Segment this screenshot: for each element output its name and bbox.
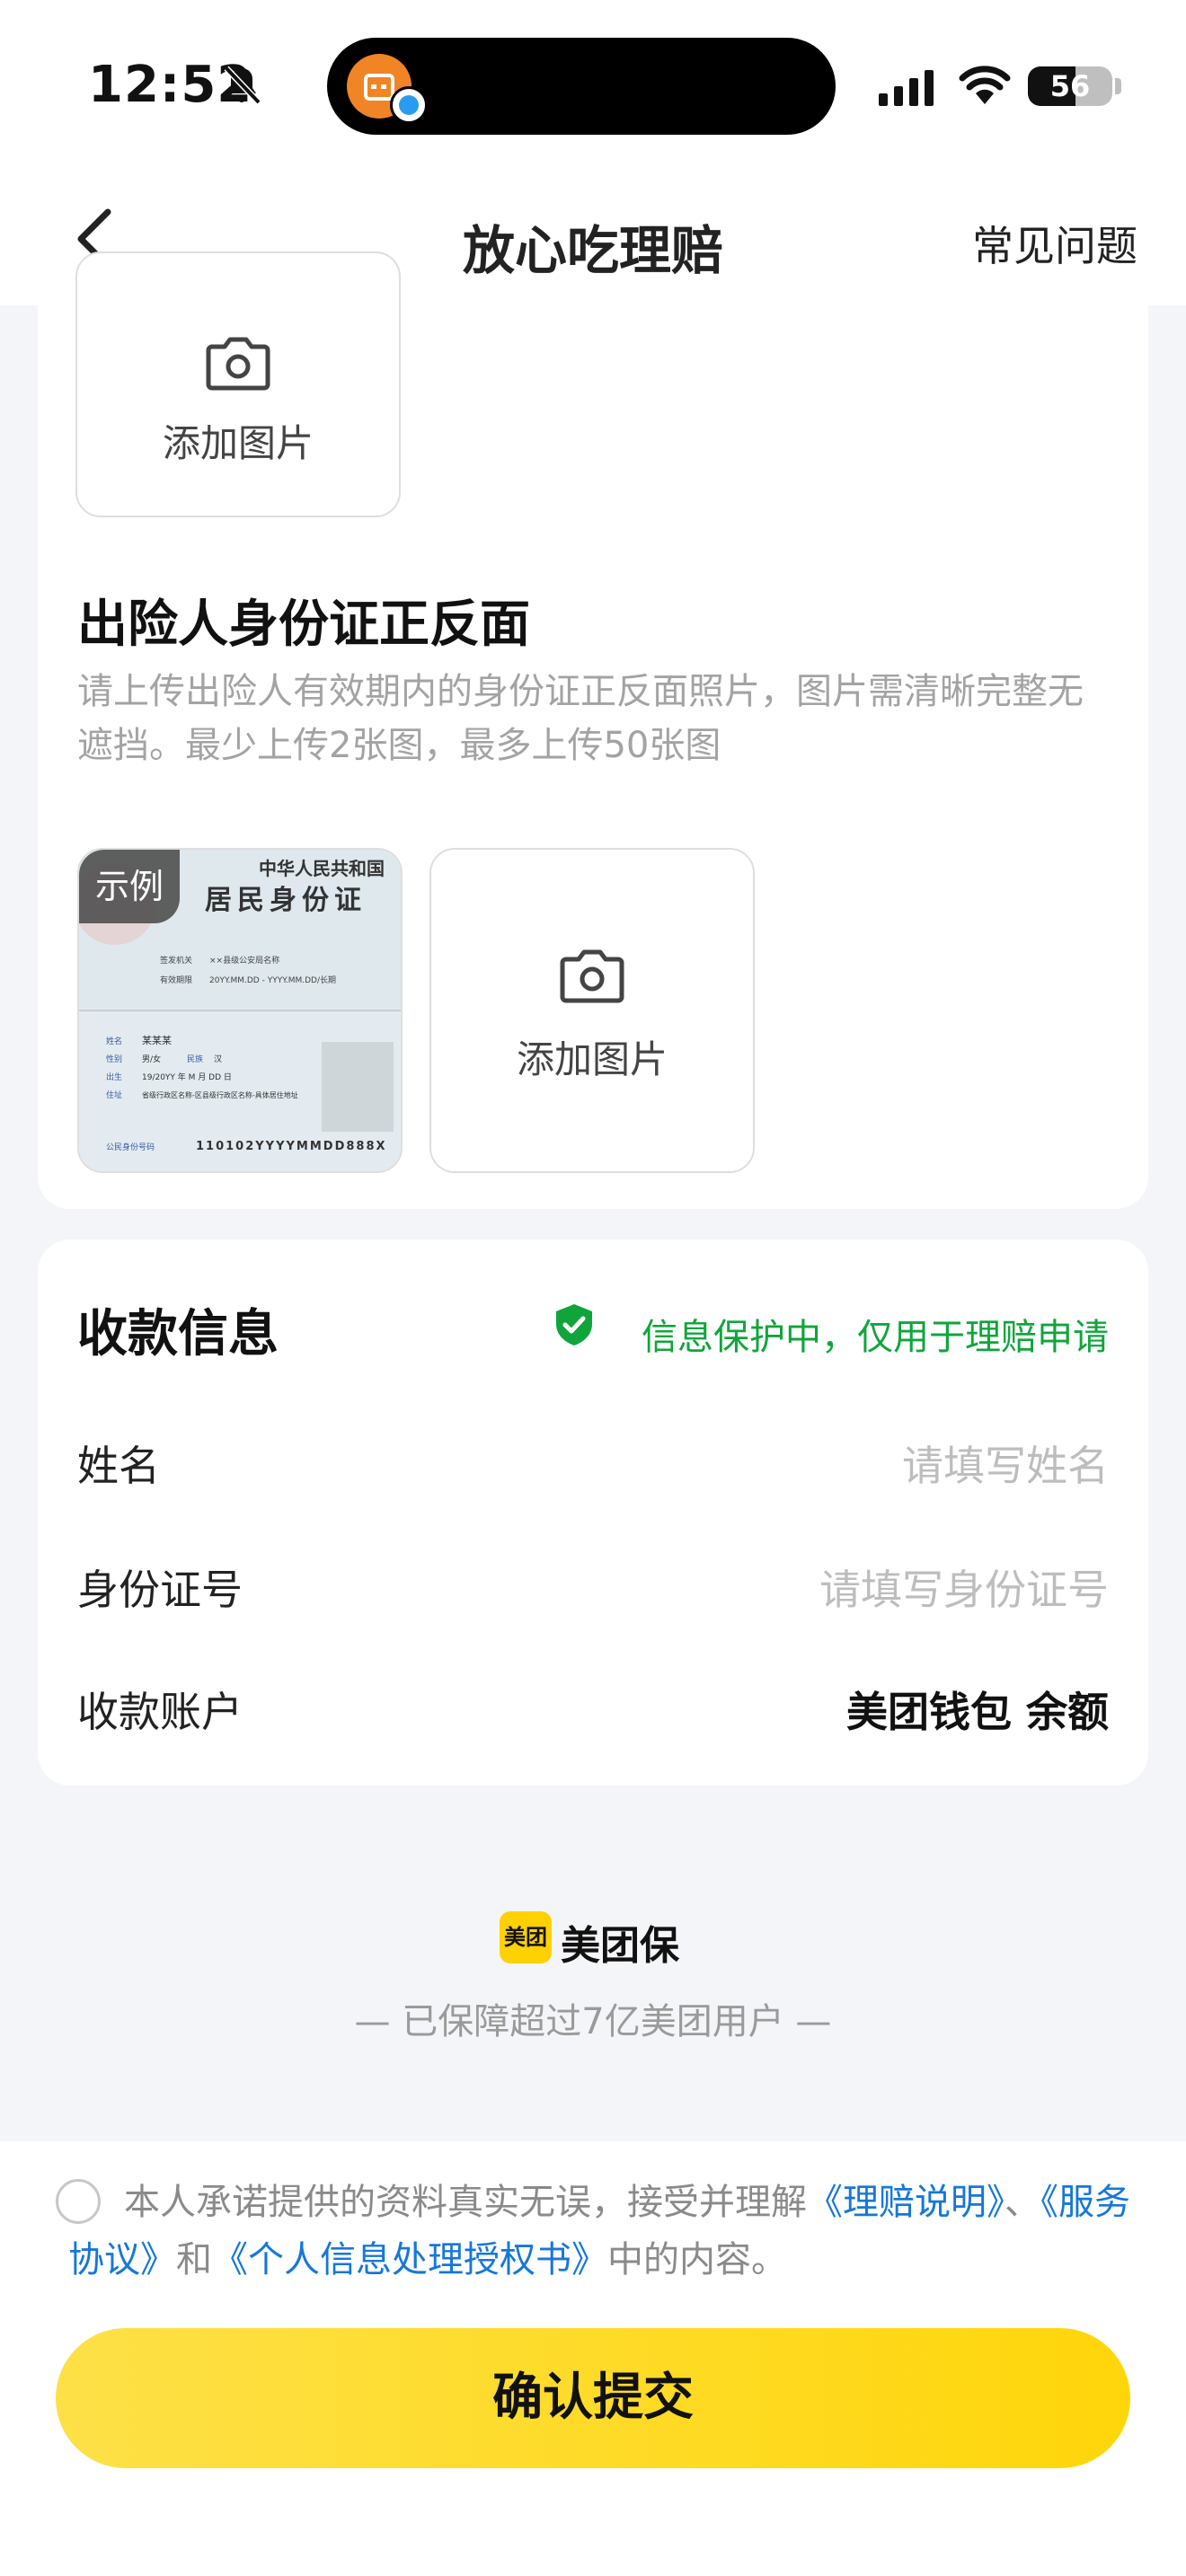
example-address-label: 住址	[106, 1090, 122, 1100]
payment-info-card: 收款信息 信息保护中，仅用于理赔申请 姓名 请填写姓名 身份证号 请填写身份证号…	[38, 1239, 1148, 1786]
example-gender-value: 男/女	[142, 1054, 161, 1064]
id-card-section-title: 出险人身份证正反面	[77, 595, 530, 654]
brand-logo: 美团	[500, 1911, 552, 1963]
account-selector[interactable]: 美团钱包 余额	[846, 1680, 1109, 1739]
example-birth-label: 出生	[106, 1072, 122, 1082]
id-number-label: 身份证号	[77, 1566, 243, 1614]
brand-name: 美团保	[561, 1923, 679, 1969]
example-ethnicity-label: 民族	[187, 1054, 203, 1064]
agree-prefix: 本人承诺提供的资料真实无误，接受并理解	[124, 2182, 807, 2223]
agreement-text: 本人承诺提供的资料真实无误，接受并理解《理赔说明》、《服务协议》和《个人信息处理…	[68, 2174, 1137, 2289]
example-authority-label: 签发机关	[160, 955, 192, 966]
bell-slash-icon	[224, 66, 261, 105]
brand-block: 美团 美团保	[0, 1911, 1186, 1969]
id-card-section-description: 请上传出险人有效期内的身份证正反面照片，图片需清晰完整无遮挡。最少上传2张图，最…	[77, 671, 1084, 766]
battery-icon: 56	[1028, 66, 1112, 106]
example-front-line2: 居民身份证	[205, 886, 367, 915]
example-ethnicity-value: 汉	[214, 1054, 222, 1064]
activity-badge-icon	[390, 86, 428, 124]
faq-link[interactable]: 常见问题	[972, 214, 1137, 273]
example-front-line1: 中华人民共和国	[259, 858, 385, 879]
agree-sep: 、	[1005, 2182, 1040, 2223]
status-bar: 12:52 56	[0, 0, 1186, 171]
add-image-tile[interactable]: 添加图片	[75, 251, 401, 517]
payment-section-title: 收款信息	[77, 1305, 279, 1363]
add-id-image-tile[interactable]: 添加图片	[429, 848, 755, 1173]
footer: 本人承诺提供的资料真实无误，接受并理解《理赔说明》、《服务协议》和《个人信息处理…	[0, 2141, 1186, 2576]
example-tag: 示例	[79, 850, 180, 923]
account-label: 收款账户	[77, 1688, 243, 1736]
battery-level: 56	[1049, 69, 1091, 103]
example-gender-label: 性别	[106, 1054, 122, 1064]
submit-button[interactable]: 确认提交	[56, 2328, 1130, 2468]
example-authority-value: ××县级公安局名称	[209, 955, 279, 966]
example-valid-label: 有效期限	[160, 975, 192, 985]
agree-and: 和	[176, 2239, 212, 2280]
signal-icon	[879, 70, 934, 106]
claim-terms-link[interactable]: 《理赔说明》	[807, 2182, 1005, 2223]
add-image-label: 添加图片	[516, 1037, 668, 1081]
wifi-icon	[959, 66, 1011, 104]
example-valid-value: 20YY.MM.DD - YYYY.MM.DD/长期	[209, 975, 336, 985]
privacy-protect-notice: 信息保护中，仅用于理赔申请	[642, 1317, 1109, 1358]
upload-card: 添加图片 出险人身份证正反面 请上传出险人有效期内的身份证正反面照片，图片需清晰…	[38, 251, 1148, 1209]
example-address-value: 省级行政区名称-区县级行政区名称-具体居住地址	[142, 1090, 298, 1099]
example-name-value: 某某某	[142, 1035, 172, 1046]
camera-icon	[206, 337, 270, 391]
name-label: 姓名	[77, 1442, 160, 1490]
example-id-value: 110102YYYYMMDD888X	[196, 1140, 387, 1153]
privacy-authorization-link[interactable]: 《个人信息处理授权书》	[212, 2239, 607, 2280]
name-input[interactable]: 请填写姓名	[902, 1434, 1109, 1493]
brand-guarantee: — 已保障超过7亿美团用户 —	[354, 2001, 832, 2042]
id-number-input[interactable]: 请填写身份证号	[819, 1557, 1109, 1617]
agree-suffix: 中的内容。	[607, 2239, 787, 2280]
example-name-label: 姓名	[106, 1036, 122, 1046]
add-image-label: 添加图片	[162, 421, 314, 465]
example-birth-value: 19/20YY 年 M 月 DD 日	[142, 1072, 232, 1082]
example-id-label: 公民身份号码	[106, 1142, 155, 1152]
id-card-example-image[interactable]: 中华人民共和国 居民身份证 签发机关 ××县级公安局名称 有效期限 20YY.M…	[77, 848, 403, 1173]
camera-icon	[560, 949, 624, 1003]
dynamic-island	[327, 38, 836, 135]
shield-check-icon	[556, 1304, 592, 1345]
